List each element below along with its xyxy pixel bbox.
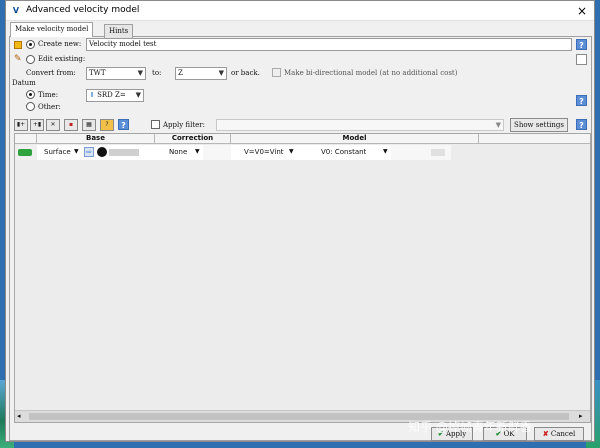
- other-radio[interactable]: [26, 102, 35, 111]
- cancel-label: Cancel: [550, 430, 576, 438]
- model-formula-value: V=V0=Vint: [244, 148, 284, 156]
- surface-object-icon: [97, 147, 107, 157]
- scroll-right-icon[interactable]: ▸: [579, 412, 583, 421]
- filter-input[interactable]: ▼: [216, 119, 504, 131]
- bidirectional-label: Make bi-directional model (at no additio…: [284, 69, 458, 77]
- cross-icon: ✘: [542, 429, 549, 438]
- convert-from-value: TWT: [89, 69, 106, 77]
- base-cell[interactable]: Surface ▼ ⇨: [37, 145, 155, 160]
- or-back-label: or back.: [231, 69, 260, 77]
- document-icon[interactable]: [576, 54, 587, 65]
- model-v0-cell[interactable]: V0: Constant ▼: [297, 145, 391, 160]
- help-icon[interactable]: ?: [576, 39, 587, 50]
- surface-icon: [18, 149, 32, 156]
- create-new-name-field[interactable]: Velocity model test: [86, 38, 572, 51]
- add-row-icon[interactable]: ▮+: [14, 119, 28, 131]
- datum-icon: ⇕: [89, 91, 95, 99]
- time-datum-value: SRD Z=: [97, 91, 126, 99]
- convert-from-label: Convert from:: [26, 69, 76, 77]
- model-value-cell[interactable]: [391, 145, 451, 160]
- chevron-down-icon: ▼: [135, 91, 141, 99]
- datum-label: Datum: [12, 79, 36, 87]
- convert-to-value: Z: [178, 69, 183, 77]
- new-model-icon: [14, 41, 22, 49]
- create-new-label: Create new:: [38, 40, 82, 48]
- chevron-down-icon: ▼: [218, 69, 224, 77]
- base-object-name: [109, 149, 139, 156]
- show-settings-button[interactable]: Show settings: [510, 118, 568, 132]
- create-new-radio[interactable]: [26, 40, 35, 49]
- tab-hints[interactable]: Hints: [104, 24, 134, 38]
- remove-all-icon[interactable]: ▪: [64, 119, 78, 131]
- apply-filter-label: Apply filter:: [163, 121, 206, 129]
- header-trailing: [479, 134, 590, 144]
- insert-row-icon[interactable]: +▮: [30, 119, 44, 131]
- model-value-placeholder: [431, 149, 445, 156]
- close-icon[interactable]: ×: [572, 2, 592, 20]
- chevron-down-icon: ▼: [495, 121, 501, 129]
- help-table-icon[interactable]: ?: [100, 119, 114, 131]
- edit-existing-radio[interactable]: [26, 55, 35, 64]
- table-settings-icon[interactable]: ▦: [82, 119, 96, 131]
- app-icon: V: [12, 6, 20, 15]
- base-type-value: Surface: [44, 148, 71, 156]
- time-datum-select[interactable]: ⇕ SRD Z= ▼: [86, 89, 144, 102]
- time-label: Time:: [38, 91, 59, 99]
- chevron-down-icon: ▼: [137, 69, 143, 77]
- window-title: Advanced velocity model: [26, 5, 140, 15]
- delete-row-icon[interactable]: ✕: [46, 119, 60, 131]
- edit-existing-label: Edit existing:: [38, 55, 86, 63]
- correction-cell[interactable]: None ▼: [155, 145, 203, 160]
- insert-arrow-icon[interactable]: ⇨: [84, 147, 94, 157]
- watermark-text: 知乎 @掉帧青年新鲜香: [408, 420, 532, 434]
- header-correction: Correction: [155, 134, 231, 144]
- correction-blank-cell[interactable]: [203, 145, 231, 160]
- chevron-down-icon: ▼: [74, 148, 79, 155]
- help-icon[interactable]: ?: [118, 119, 129, 130]
- cancel-button[interactable]: ✘ Cancel: [534, 427, 584, 441]
- pencil-icon: ✎: [14, 54, 22, 64]
- model-v0-value: V0: Constant: [321, 148, 367, 156]
- header-base: Base: [37, 134, 155, 144]
- correction-value: None: [169, 148, 188, 156]
- show-settings-label: Show settings: [514, 121, 564, 129]
- to-label: to:: [152, 69, 162, 77]
- chevron-down-icon: ▼: [195, 148, 200, 155]
- header-spacer: [15, 134, 37, 144]
- model-formula-cell[interactable]: V=V0=Vint ▼: [231, 145, 297, 160]
- help-icon[interactable]: ?: [576, 119, 587, 130]
- bidirectional-checkbox[interactable]: [272, 68, 281, 77]
- convert-from-select[interactable]: TWT ▼: [86, 67, 146, 80]
- chevron-down-icon: ▼: [383, 148, 388, 155]
- table-row-handle[interactable]: [15, 145, 37, 160]
- scroll-left-icon[interactable]: ◂: [17, 412, 21, 421]
- help-icon[interactable]: ?: [576, 95, 587, 106]
- tab-make-velocity-model[interactable]: Make velocity model: [10, 22, 94, 37]
- apply-filter-checkbox[interactable]: [151, 120, 160, 129]
- convert-to-select[interactable]: Z ▼: [175, 67, 227, 80]
- time-radio[interactable]: [26, 90, 35, 99]
- model-table: Base Correction Model Surface ▼ ⇨ None ▼…: [14, 133, 591, 423]
- header-model: Model: [231, 134, 479, 144]
- dialog-window: V Advanced velocity model × Make velocit…: [5, 0, 595, 442]
- other-label: Other:: [38, 103, 61, 111]
- chevron-down-icon: ▼: [289, 148, 294, 155]
- title-bar: V Advanced velocity model ×: [6, 1, 594, 21]
